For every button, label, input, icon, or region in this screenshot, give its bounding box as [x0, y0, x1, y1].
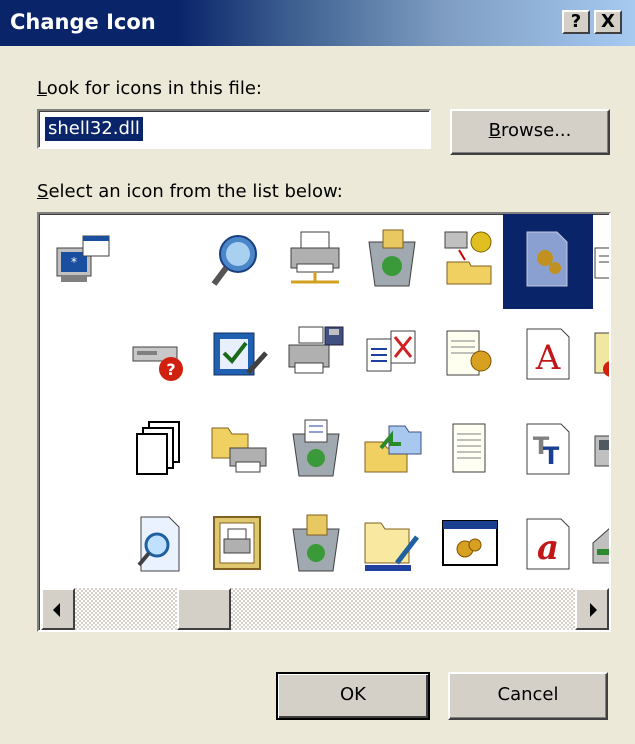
monitor-window-icon: *: [56, 235, 110, 282]
checkbox-pencil-icon: [213, 332, 268, 376]
title-bar[interactable]: Change Icon ? X: [0, 0, 635, 46]
search-globe-icon: [211, 235, 257, 286]
horizontal-scrollbar[interactable]: [41, 588, 609, 630]
icon-item[interactable]: [425, 499, 515, 594]
icon-item[interactable]: [425, 404, 515, 499]
icon-item[interactable]: A: [503, 309, 593, 404]
icon-item[interactable]: a: [503, 499, 593, 594]
partial-icon: [594, 247, 609, 279]
file-path-value: shell32.dll: [45, 117, 143, 141]
scroll-left-button[interactable]: [41, 588, 75, 630]
cancel-button[interactable]: Cancel: [448, 672, 608, 720]
folders-arrow-icon: [364, 425, 422, 473]
icon-item[interactable]: [347, 499, 437, 594]
folder-gear-icon: [526, 231, 568, 287]
network-gears-icon: [444, 231, 492, 285]
icon-item[interactable]: T T: [503, 404, 593, 499]
icon-item[interactable]: [347, 309, 437, 404]
close-icon: X: [601, 11, 615, 32]
folder-printer-icon: [211, 427, 267, 473]
window-title: Change Icon: [10, 10, 156, 34]
svg-text:T: T: [543, 442, 560, 470]
list-label: Select an icon from the list below:: [37, 181, 343, 202]
partial-icon: [592, 528, 609, 564]
browse-button[interactable]: Browse...: [450, 109, 610, 155]
svg-text:A: A: [535, 338, 561, 378]
file-label: Look for icons in this file:: [37, 78, 262, 99]
window-gears-icon: [442, 520, 498, 566]
icon-item-selected[interactable]: [503, 214, 593, 309]
change-icon-dialog: Change Icon ? X Look for icons in this f…: [0, 0, 635, 744]
icon-item[interactable]: ?: [115, 309, 205, 404]
font-a-script-icon: a: [526, 518, 570, 570]
folder-pen-icon: [364, 522, 419, 571]
svg-text:*: *: [71, 255, 77, 269]
font-tt-icon: T T: [526, 423, 570, 475]
icon-item[interactable]: [115, 499, 205, 594]
arrow-left-icon: [53, 603, 60, 617]
icon-item[interactable]: [425, 214, 515, 309]
icon-item[interactable]: [587, 214, 609, 309]
framed-printer-icon: [213, 516, 261, 570]
close-button[interactable]: X: [594, 10, 622, 34]
scroll-thumb[interactable]: [177, 588, 231, 630]
drive-help-icon: ?: [132, 346, 183, 381]
icon-item[interactable]: *: [39, 214, 129, 309]
partial-icon: [594, 435, 609, 467]
svg-text:a: a: [537, 528, 559, 568]
help-button[interactable]: ?: [562, 10, 590, 34]
printer-network-icon: [290, 231, 340, 284]
recycle-bin-full-icon: [368, 229, 416, 287]
icon-item[interactable]: [347, 404, 437, 499]
text-document-icon: [452, 423, 486, 473]
icon-item[interactable]: [587, 499, 609, 594]
printer-disk-icon: [288, 326, 344, 374]
notepad-gear-icon: [446, 330, 492, 376]
document-search-icon: [137, 516, 180, 572]
documents-move-icon: [366, 330, 416, 372]
icon-item[interactable]: [587, 404, 609, 499]
font-a-icon: A: [526, 328, 570, 380]
icon-item[interactable]: [587, 309, 609, 404]
scroll-right-button[interactable]: [575, 588, 609, 630]
recycle-bin-docs-icon: [292, 419, 340, 477]
help-icon: ?: [570, 11, 582, 32]
recycle-bin-papers-icon: [292, 514, 340, 572]
icon-item[interactable]: [425, 309, 515, 404]
arrow-right-icon: [590, 603, 597, 617]
file-path-input[interactable]: shell32.dll: [37, 109, 431, 149]
partial-icon: [594, 332, 609, 377]
icon-list[interactable]: * ? A T T a: [37, 212, 611, 632]
pages-stack-icon: [136, 421, 180, 475]
svg-text:?: ?: [166, 360, 175, 379]
icon-item[interactable]: [347, 214, 437, 309]
icon-item[interactable]: [115, 404, 205, 499]
ok-button[interactable]: OK: [276, 672, 430, 720]
